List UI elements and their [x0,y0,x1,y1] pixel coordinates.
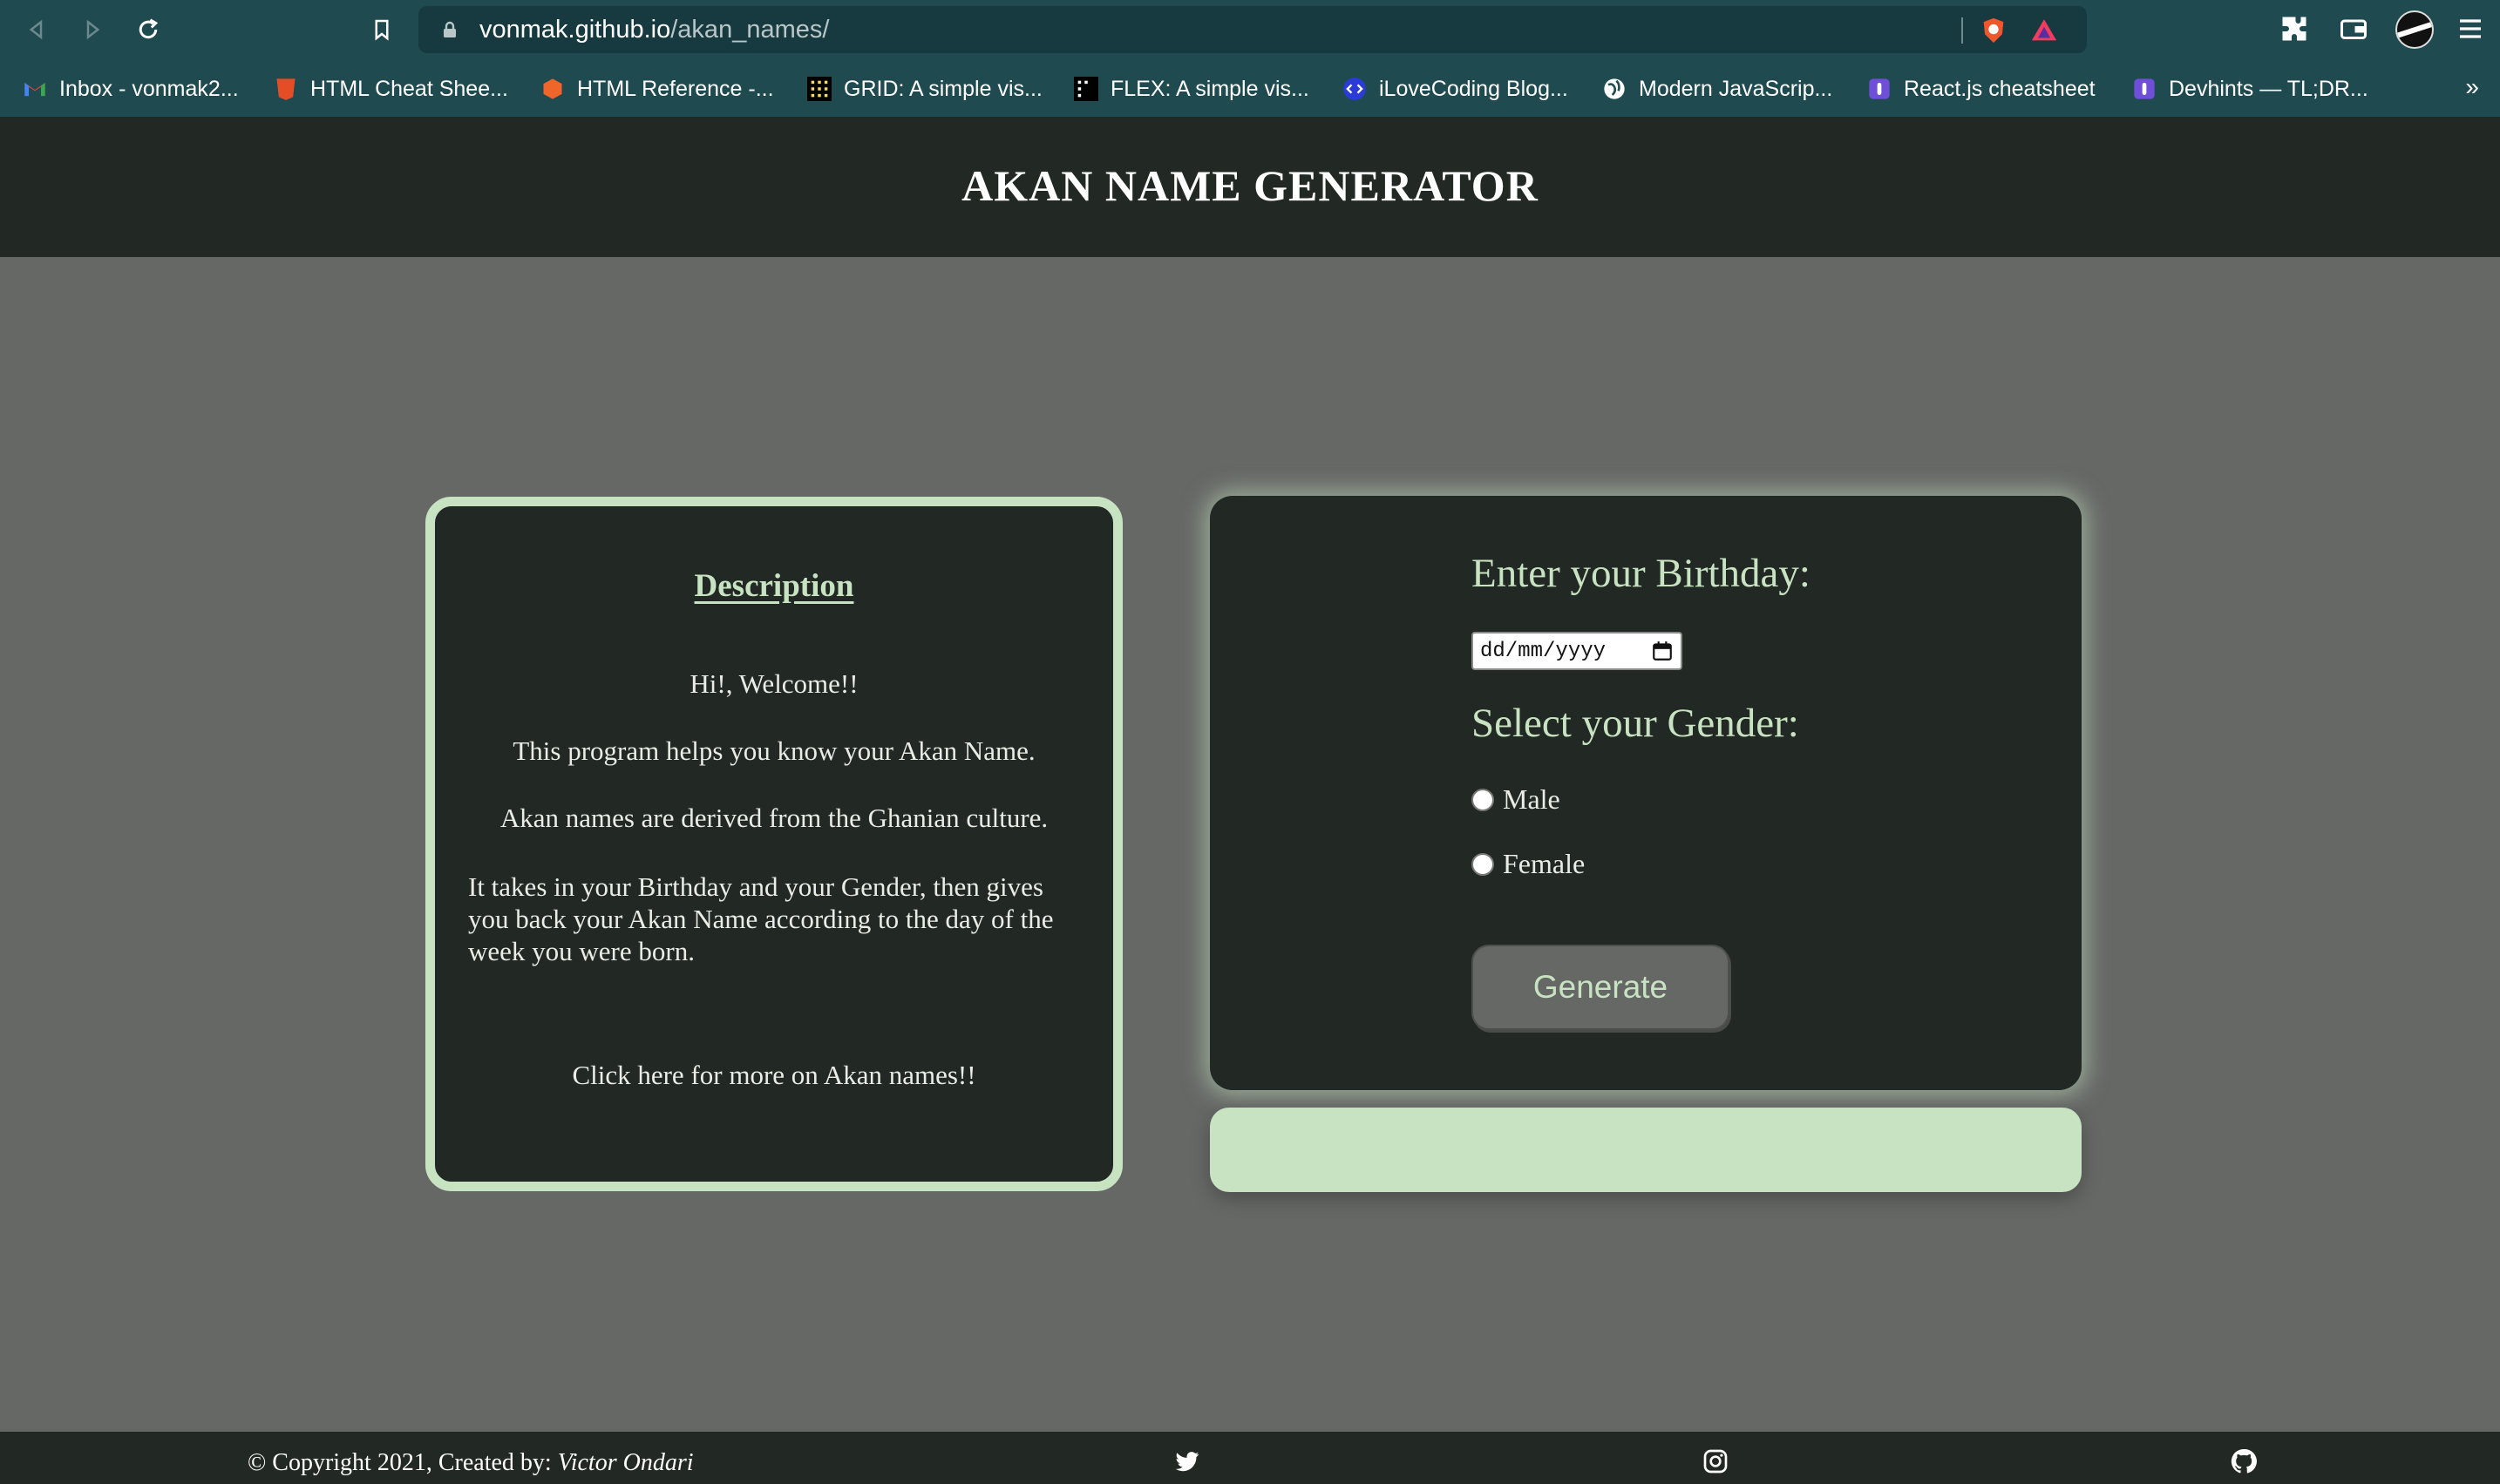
result-output [1210,1108,2082,1192]
bookmark-label: Inbox - vonmak2... [59,76,239,101]
site-header: AKAN NAME GENERATOR [0,117,2500,257]
gender-label: Select your Gender: [1471,701,1799,746]
bookmarks-overflow-button[interactable]: » [2465,73,2479,101]
html-icon [276,78,296,100]
bookmark-item-modern-js[interactable]: Modern JavaScrip... [1602,75,1832,103]
back-arrow-icon [29,19,43,40]
extensions-icon[interactable] [2279,13,2310,44]
twitter-icon[interactable] [1173,1447,1201,1475]
description-line-1: This program helps you know your Akan Na… [513,735,1036,766]
bookmark-item-inbox[interactable]: Inbox - vonmak2... [23,75,239,103]
page-title: AKAN NAME GENERATOR [961,161,1539,210]
wallet-icon[interactable] [2338,13,2369,44]
calendar-icon[interactable] [1651,640,1674,662]
profile-avatar[interactable] [2395,10,2434,49]
date-placeholder: dd/mm/yyyy [1480,639,1607,663]
description-greeting: Hi!, Welcome!! [690,668,859,699]
copyright-label: © Copyright 2021, Created by: [248,1449,552,1476]
bookmark-label: GRID: A simple vis... [844,76,1043,101]
bookmark-item-html-cheat[interactable]: HTML Cheat Shee... [274,75,508,103]
globe-icon [1604,78,1625,99]
avatar-stripe [2397,18,2432,39]
brave-shields-icon[interactable] [1979,16,2008,45]
reload-button[interactable] [131,12,166,47]
devhints-icon [1869,78,1890,99]
grid-icon [807,77,832,101]
bookmark-item-devhints[interactable]: Devhints — TL;DR... [2132,75,2368,103]
description-title: Description [694,568,854,604]
male-label: Male [1503,783,1560,815]
menu-icon[interactable] [2455,13,2486,44]
url-host: vonmak.github.io [479,16,671,44]
gender-option-female[interactable]: Female [1471,848,1585,880]
bookmark-page-button[interactable] [364,12,399,47]
bookmarks-bar: Inbox - vonmak2... HTML Cheat Shee... HT… [0,59,2500,117]
more-on-akan-names-link[interactable]: Click here for more on Akan names!! [435,1060,1113,1091]
gender-option-male[interactable]: Male [1471,783,1560,816]
instagram-icon[interactable] [1702,1447,1729,1475]
bookmark-label: Modern JavaScrip... [1639,76,1833,101]
description-line-2: Akan names are derived from the Ghanian … [499,803,1049,833]
bookmark-item-react-cheatsheet[interactable]: React.js cheatsheet [1867,75,2096,103]
bookmark-label: React.js cheatsheet [1904,76,2096,101]
flex-icon [1074,77,1098,101]
female-radio[interactable] [1471,852,1494,876]
bookmark-item-grid[interactable]: GRID: A simple vis... [807,75,1043,103]
url-path: /akan_names/ [670,16,830,44]
brave-rewards-icon[interactable] [2029,16,2059,45]
bookmark-label: Devhints — TL;DR... [2169,76,2368,101]
html-reference-icon [543,78,562,99]
bookmark-label: iLoveCoding Blog... [1379,76,1568,101]
description-line-3: It takes in your Birthday and your Gende… [468,871,1054,966]
forward-arrow-icon [86,19,100,40]
ilovecoding-icon [1343,78,1366,100]
address-bar[interactable]: vonmak.github.io/akan_names/ [418,6,2087,53]
copyright-text: © Copyright 2021, Created by: Victor Ond… [248,1449,694,1477]
birthday-date-input[interactable]: dd/mm/yyyy [1471,632,1682,670]
bookmark-item-html-reference[interactable]: HTML Reference -... [540,75,774,103]
description-card: Description Hi!, Welcome!! This program … [425,497,1123,1191]
bookmark-label: HTML Reference -... [577,76,774,101]
generate-button[interactable]: Generate [1471,945,1729,1030]
male-radio[interactable] [1471,788,1494,811]
browser-toolbar: vonmak.github.io/akan_names/ [0,0,2500,59]
lock-icon [444,21,456,37]
devhints-icon [2134,78,2155,99]
address-bar-divider [1961,17,1963,44]
reload-icon [139,18,159,39]
birthday-label: Enter your Birthday: [1471,551,1810,596]
author-name: Victor Ondari [557,1449,694,1476]
female-label: Female [1503,848,1586,879]
forward-button[interactable] [75,12,110,47]
gmail-icon [24,83,45,97]
site-footer: © Copyright 2021, Created by: Victor Ond… [0,1432,2500,1484]
bookmark-item-flex[interactable]: FLEX: A simple vis... [1074,75,1309,103]
bookmark-label: FLEX: A simple vis... [1111,76,1309,101]
form-card: Enter your Birthday: dd/mm/yyyy Select y… [1210,496,2082,1090]
url-text: vonmak.github.io/akan_names/ [479,16,829,44]
bookmark-item-ilovecoding[interactable]: iLoveCoding Blog... [1342,75,1568,103]
bookmark-icon [375,19,389,41]
github-icon[interactable] [2230,1447,2258,1475]
back-button[interactable] [19,12,54,47]
bookmark-label: HTML Cheat Shee... [310,76,508,101]
